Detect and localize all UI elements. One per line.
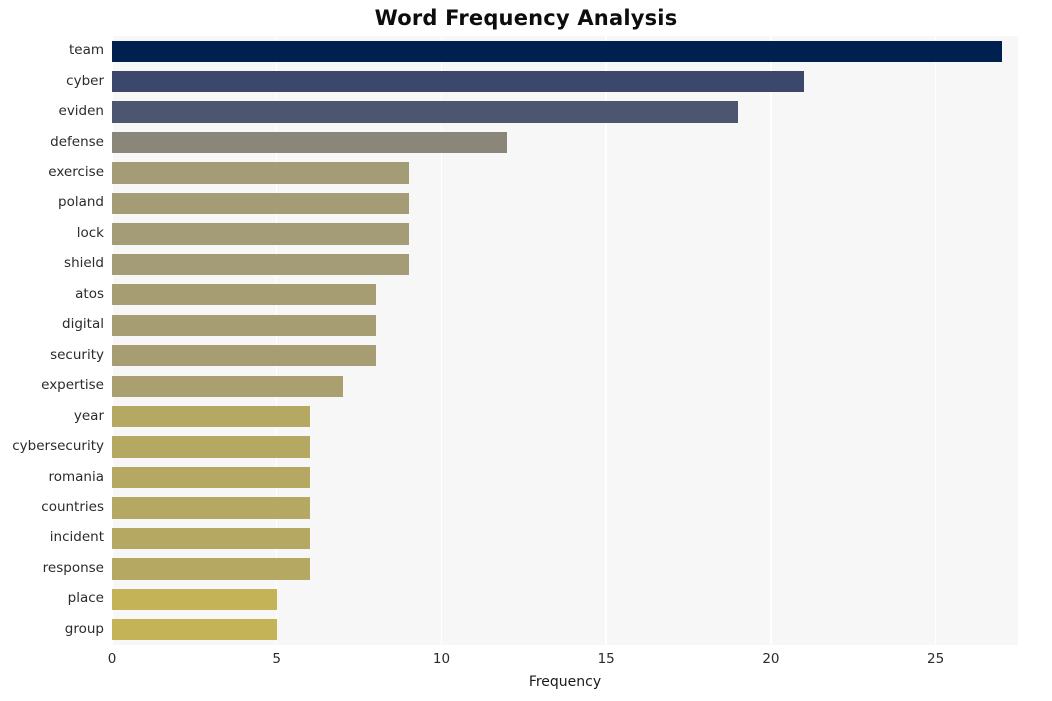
y-tick-label-shield: shield xyxy=(64,255,104,272)
bar-poland xyxy=(112,192,409,215)
y-tick-label-place: place xyxy=(67,590,104,607)
bar-row xyxy=(112,284,1018,306)
y-tick-label-exercise: exercise xyxy=(48,164,104,181)
y-tick-label-poland: poland xyxy=(58,194,104,211)
x-tick-label-0: 0 xyxy=(107,651,117,667)
y-tick-label-response: response xyxy=(42,559,104,576)
bar-row xyxy=(112,466,1018,489)
y-tick-label-atos: atos xyxy=(75,285,104,302)
x-tick-label-20: 20 xyxy=(762,651,780,667)
bar-row xyxy=(112,162,1018,184)
bar-cybersecurity xyxy=(112,436,310,458)
y-tick-label-security: security xyxy=(50,346,104,363)
x-axis: 0 5 10 15 20 25 xyxy=(108,645,1018,675)
bar-row xyxy=(112,405,1018,428)
bar-row xyxy=(112,497,1018,519)
y-tick-label-defense: defense xyxy=(50,133,104,150)
bar-lock xyxy=(112,223,409,245)
x-tick-label-15: 15 xyxy=(597,651,615,667)
plot-area xyxy=(111,36,1018,645)
bar-row xyxy=(112,223,1018,245)
x-tick-label-10: 10 xyxy=(432,651,451,667)
bar-countries xyxy=(112,497,310,519)
bar-expertise xyxy=(112,375,343,397)
bar-exercise xyxy=(112,162,409,184)
bar-atos xyxy=(112,284,376,306)
chart-figure: Word Frequency Analysis team cyber eviden d… xyxy=(0,0,1052,701)
bar-row xyxy=(112,588,1018,610)
y-tick-label-romania: romania xyxy=(48,468,104,485)
x-axis-title: Frequency xyxy=(528,674,602,690)
bar-eviden xyxy=(112,101,738,123)
bar-row xyxy=(112,101,1018,123)
bar-row xyxy=(112,192,1018,215)
bar-response xyxy=(112,558,310,580)
y-tick-label-lock: lock xyxy=(76,224,104,241)
bar-row xyxy=(112,558,1018,580)
x-tick-label-5: 5 xyxy=(272,651,282,667)
bar-row xyxy=(112,375,1018,397)
bar-row xyxy=(112,253,1018,276)
y-tick-label-digital: digital xyxy=(62,316,104,333)
chart-title: Word Frequency Analysis xyxy=(374,6,678,30)
y-tick-label-countries: countries xyxy=(41,498,104,515)
y-tick-label-group: group xyxy=(64,620,104,637)
bar-row xyxy=(112,619,1018,641)
bar-place xyxy=(112,588,277,610)
bar-incident xyxy=(112,527,310,550)
y-axis: team cyber eviden defense exercise poland lock… xyxy=(0,36,104,645)
bar-row xyxy=(112,345,1018,367)
bar-defense xyxy=(112,131,508,154)
y-tick-label-eviden: eviden xyxy=(58,103,104,120)
y-tick-label-team: team xyxy=(68,42,104,59)
bar-row xyxy=(112,131,1018,154)
bar-year xyxy=(112,405,310,428)
bar-row xyxy=(112,71,1018,93)
y-tick-label-expertise: expertise xyxy=(41,377,104,394)
bar-digital xyxy=(112,314,376,336)
bar-team xyxy=(112,40,1002,62)
bar-row xyxy=(112,40,1018,62)
bar-romania xyxy=(112,466,310,489)
y-tick-label-cybersecurity: cybersecurity xyxy=(12,438,104,455)
bar-row xyxy=(112,436,1018,458)
bar-series xyxy=(112,36,1018,645)
bar-shield xyxy=(112,253,409,276)
y-tick-label-year: year xyxy=(73,407,104,424)
bar-row xyxy=(112,314,1018,336)
y-tick-label-incident: incident xyxy=(49,529,104,546)
bar-security xyxy=(112,345,376,367)
bar-row xyxy=(112,527,1018,550)
y-tick-label-cyber: cyber xyxy=(66,72,104,89)
bar-group xyxy=(112,619,277,641)
bar-cyber xyxy=(112,71,804,93)
x-tick-label-25: 25 xyxy=(927,651,945,667)
